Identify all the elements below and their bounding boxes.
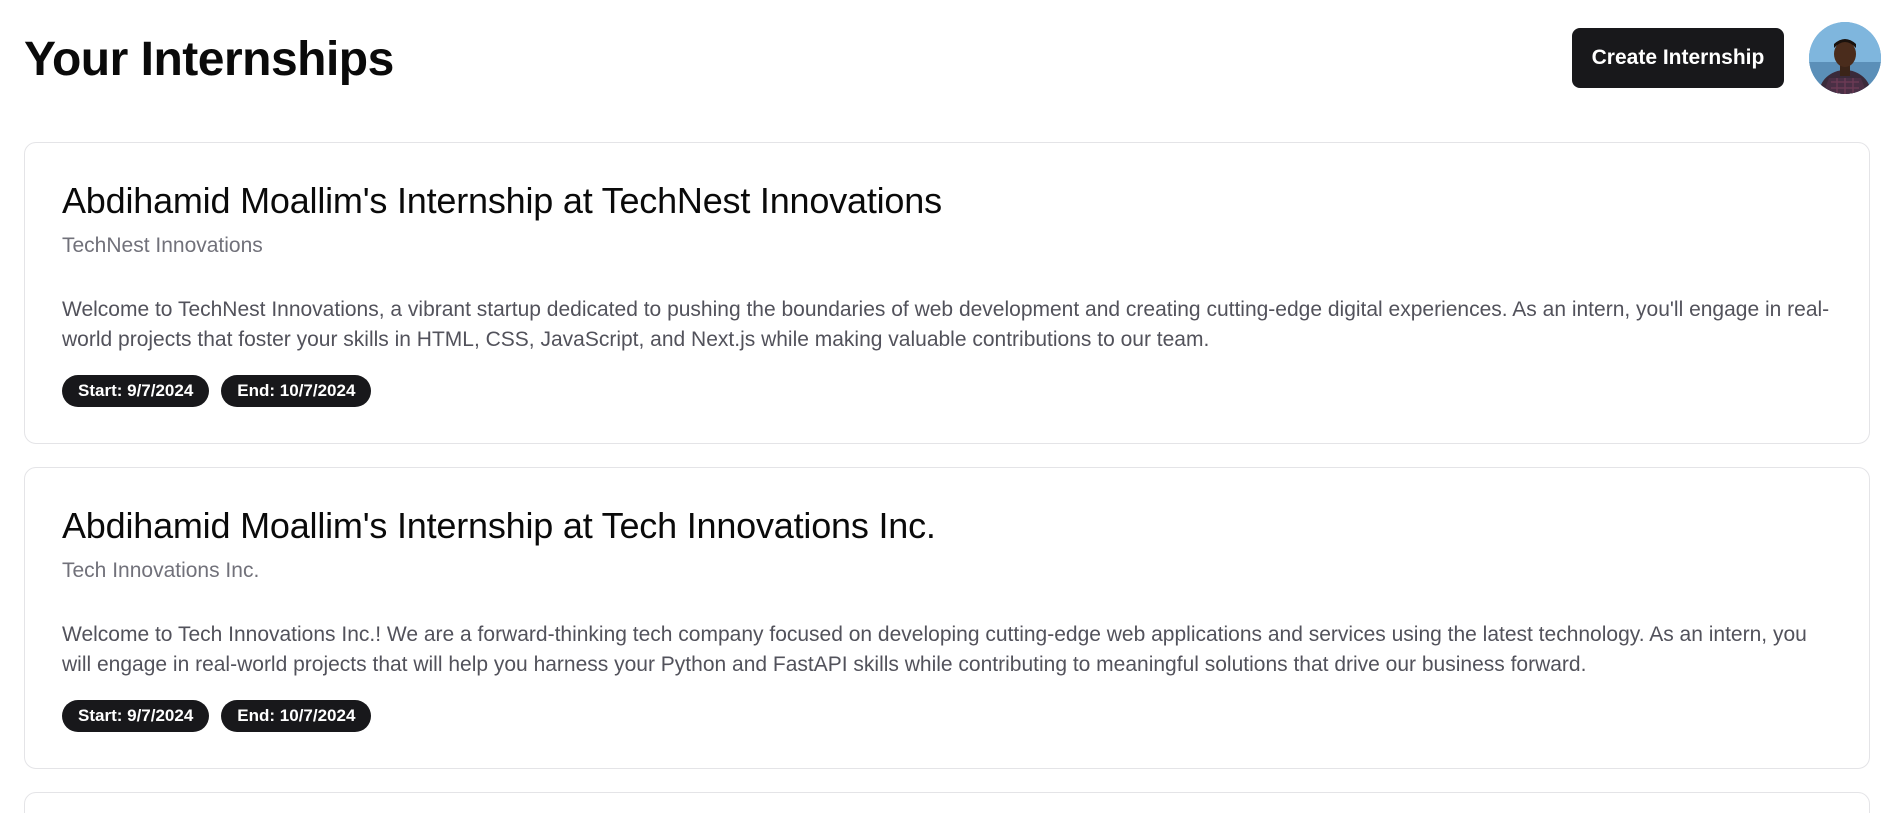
internship-company: TechNest Innovations xyxy=(62,234,263,257)
date-badges: Start: 9/7/2024 End: 10/7/2024 xyxy=(62,375,1833,407)
page-title: Your Internships xyxy=(24,33,394,86)
internship-company: Tech Innovations Inc. xyxy=(62,559,260,582)
internship-description: Welcome to Tech Innovations Inc.! We are… xyxy=(62,623,1807,676)
date-badges: Start: 9/7/2024 End: 10/7/2024 xyxy=(62,700,1833,732)
page-header: Your Internships Create Internship xyxy=(24,0,1881,120)
internships-page: Your Internships Create Internship Abdih… xyxy=(0,0,1881,813)
end-date-badge: End: 10/7/2024 xyxy=(221,700,372,732)
start-date-badge: Start: 9/7/2024 xyxy=(62,375,210,407)
internship-card[interactable]: Abdihamid Moallim's Internship at Tech I… xyxy=(24,467,1870,769)
internship-card[interactable]: Abdihamid Moallim's Internship at TechNe… xyxy=(24,142,1870,444)
internship-title: Abdihamid Moallim's Internship at TechNe… xyxy=(62,180,942,221)
user-avatar[interactable] xyxy=(1809,22,1881,94)
end-date-badge: End: 10/7/2024 xyxy=(221,375,372,407)
user-avatar-icon xyxy=(1809,22,1881,94)
start-date-badge: Start: 9/7/2024 xyxy=(62,700,210,732)
internship-title: Abdihamid Moallim's Internship at Tech I… xyxy=(62,505,936,546)
internship-description: Welcome to TechNest Innovations, a vibra… xyxy=(62,298,1830,351)
create-internship-button[interactable]: Create Internship xyxy=(1572,28,1784,88)
internship-card-partial[interactable] xyxy=(24,792,1870,813)
